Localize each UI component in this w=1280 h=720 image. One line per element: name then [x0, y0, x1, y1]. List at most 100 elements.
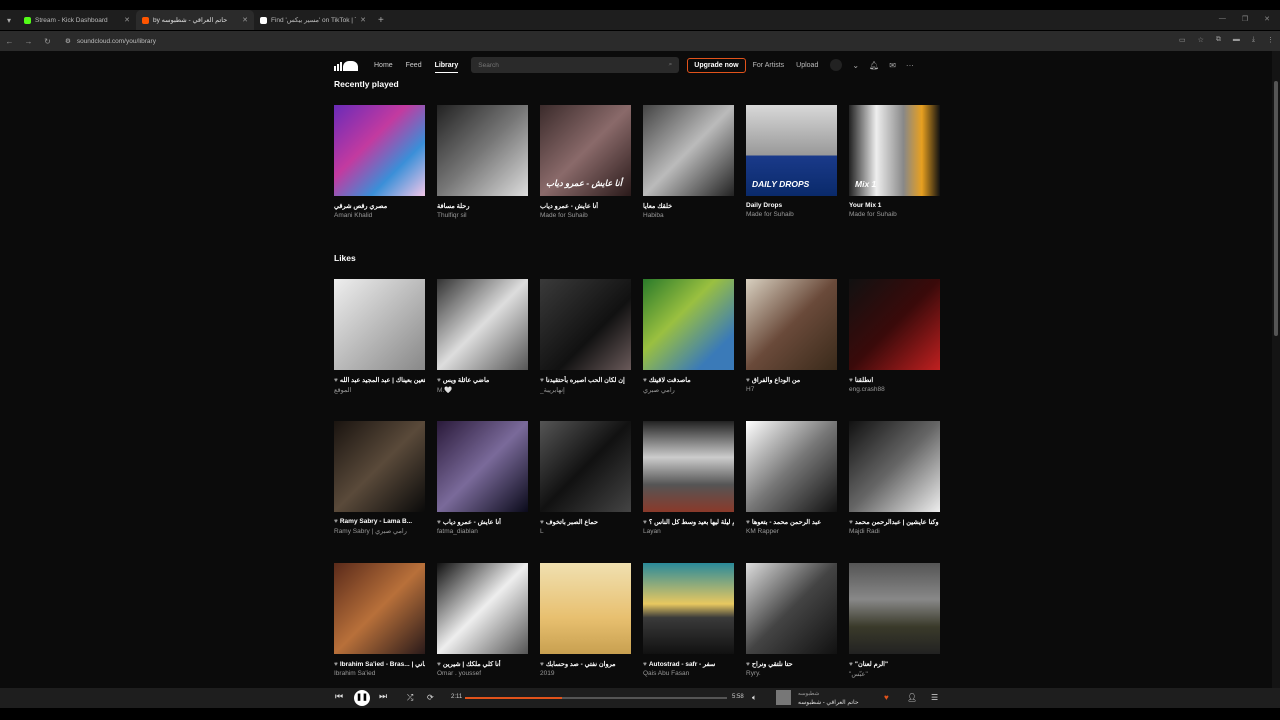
artist-name[interactable]: H7 — [746, 386, 837, 393]
artist-name[interactable]: Made for Suhaib — [540, 212, 631, 219]
artist-name[interactable]: Omar . youssef — [437, 670, 528, 677]
now-playing-title[interactable]: حاتم العراقي - شطبوسه — [798, 699, 859, 706]
artwork[interactable] — [746, 279, 837, 370]
artist-name[interactable]: Qais Abu Fasan — [643, 670, 734, 677]
track-title[interactable]: ♥ "الرم لعنان" — [849, 660, 940, 668]
artwork[interactable] — [437, 105, 528, 196]
site-info-icon[interactable]: ⚙ — [65, 37, 71, 45]
close-icon[interactable]: ✕ — [242, 16, 248, 24]
browser-tab-kick[interactable]: Stream - Kick Dashboard ✕ — [18, 10, 136, 30]
like-heart-icon[interactable]: ♥ — [884, 693, 889, 702]
artwork[interactable] — [437, 421, 528, 512]
menu-icon[interactable]: ⋮ — [1267, 36, 1274, 44]
browser-tab-soundcloud[interactable]: by حاتم العراقي - شطبوسه ✕ — [136, 10, 254, 30]
messages-mail-icon[interactable]: ✉ — [889, 61, 896, 70]
track-title[interactable]: Daily Drops — [746, 202, 837, 209]
forward-icon[interactable]: → — [19, 37, 38, 46]
artist-name[interactable]: "عبّس" — [849, 670, 940, 678]
extensions-icon[interactable]: ⧉ — [1216, 36, 1221, 44]
track-title[interactable]: ♥ Ramy Sabry - Lama B... — [334, 518, 425, 525]
now-playing-artwork[interactable] — [776, 690, 791, 705]
artwork[interactable] — [540, 279, 631, 370]
more-icon[interactable]: ··· — [906, 61, 914, 70]
artwork[interactable] — [849, 421, 940, 512]
for-artists-link[interactable]: For Artists — [753, 62, 785, 69]
search-icon[interactable]: ⌕ — [669, 61, 673, 69]
track-title[interactable]: ♥ انطلقنا — [849, 376, 940, 384]
new-tab-button[interactable]: + — [378, 15, 384, 26]
repeat-icon[interactable]: ⟳ — [427, 693, 434, 702]
artist-name[interactable]: L — [540, 528, 631, 535]
artist-name[interactable]: Habiba — [643, 212, 734, 219]
liked-track-card[interactable]: ♥ متعين بعيناك | عبد المجيد عبد الله الموق… — [334, 279, 425, 394]
artwork[interactable] — [334, 279, 425, 370]
track-title[interactable]: ♥ حماع الصبر باتخوف — [540, 518, 631, 526]
profile-icon[interactable]: ▬ — [1233, 36, 1240, 44]
liked-track-card[interactable]: ♥ Autostrad - safr - سفر Qais Abu Fasan — [643, 563, 734, 678]
close-window-icon[interactable]: ✕ — [1264, 15, 1270, 23]
recently-played-card[interactable]: أنا عايش - عمرو دياب أنا عايش - عمرو دياب… — [540, 105, 631, 219]
now-playing-artist[interactable]: شطبوسه — [798, 691, 819, 697]
artist-name[interactable]: M.🤍 — [437, 386, 528, 394]
track-title[interactable]: مصري رقص شرقي — [334, 202, 425, 210]
artist-name[interactable]: Made for Suhaib — [746, 211, 837, 218]
track-title[interactable]: ♥ عبد الرحمن محمد - بتعوها — [746, 518, 837, 526]
liked-track-card[interactable]: ♥ أنا عايش - عمرو دياب fatma_diablan — [437, 421, 528, 535]
artwork[interactable] — [643, 421, 734, 512]
liked-track-card[interactable]: ♥ حتا نلتقي ونراح Ryry. — [746, 563, 837, 678]
recently-played-card[interactable]: مصري رقص شرقي Amani Khalid — [334, 105, 425, 219]
artwork[interactable] — [643, 105, 734, 196]
liked-track-card[interactable]: ♥Ibrahim Sa'ied - Bras... | ياسين عوده ا… — [334, 563, 425, 678]
liked-track-card[interactable]: ♥ ماصدقت لاقيتك رامي صبري — [643, 279, 734, 394]
next-icon[interactable]: ⏭ — [379, 691, 387, 702]
track-title[interactable]: ♥ مروان نفتي - صد وحسابك — [540, 660, 631, 668]
bookmark-star-icon[interactable]: ☆ — [1198, 36, 1204, 44]
upgrade-now-button[interactable]: Upgrade now — [687, 57, 746, 73]
track-title[interactable]: ♥ من الوداع والفراق — [746, 376, 837, 384]
artist-name[interactable]: Ibrahim Sa'ied — [334, 670, 425, 677]
liked-track-card[interactable]: ♥ Ramy Sabry - Lama B... Ramy Sabry | رامي… — [334, 421, 425, 535]
follow-user-icon[interactable]: 👤︎ — [907, 693, 917, 702]
close-icon[interactable]: ✕ — [124, 16, 130, 24]
artist-name[interactable]: eng.crash88 — [849, 386, 940, 393]
url-field[interactable]: ⚙ soundcloud.com/you/library — [65, 37, 156, 46]
artist-name[interactable]: 2019 — [540, 670, 631, 677]
nav-feed[interactable]: Feed — [406, 62, 422, 69]
liked-track-card[interactable]: ♥ من الوداع والفراق H7 — [746, 279, 837, 394]
liked-track-card[interactable]: ♥ أنا كلي ملكك | شيرين Omar . youssef — [437, 563, 528, 678]
track-title[interactable]: ♥ ماصدقت لاقيتك — [643, 376, 734, 384]
artwork[interactable] — [849, 279, 940, 370]
track-title[interactable]: أنا عايش - عمرو دياب — [540, 202, 631, 210]
artist-name[interactable]: Amani Khalid — [334, 212, 425, 219]
track-title[interactable]: ♥ Autostrad - safr - سفر — [643, 660, 734, 668]
artwork[interactable]: DAILY DROPS — [746, 105, 837, 196]
maximize-icon[interactable]: ❐ — [1242, 15, 1248, 23]
volume-icon[interactable]: 🔈︎ — [752, 693, 757, 703]
download-icon[interactable]: ⤓ — [1252, 36, 1255, 44]
nav-library[interactable]: Library — [434, 61, 459, 73]
previous-icon[interactable]: ⏮ — [335, 691, 343, 702]
notifications-bell-icon[interactable]: 🔔︎ — [869, 61, 879, 70]
liked-track-card[interactable]: ♥ حماع الصبر باتخوف L — [540, 421, 631, 535]
track-title[interactable]: ♥ أنا كلي ملكك | شيرين — [437, 660, 528, 668]
artwork[interactable] — [334, 421, 425, 512]
progress-bar[interactable] — [465, 697, 727, 699]
recently-played-card[interactable]: Mix 1 Your Mix 1 Made for Suhaib — [849, 105, 940, 219]
recently-played-card[interactable]: رحلة مسافة Thulfiqr sil — [437, 105, 528, 219]
recently-played-card[interactable]: خلقك معايا Habiba — [643, 105, 734, 219]
liked-track-card[interactable]: ♥ وكنا عايشين | عبدالرحمن محمد Majdi Radi — [849, 421, 940, 535]
artwork[interactable]: أنا عايش - عمرو دياب — [540, 105, 631, 196]
cast-icon[interactable]: ▭ — [1179, 36, 1186, 44]
avatar[interactable] — [830, 59, 843, 71]
artist-name[interactable]: Thulfiqr sil — [437, 212, 528, 219]
track-title[interactable]: خلقك معايا — [643, 202, 734, 210]
queue-icon[interactable]: ☰ — [931, 693, 938, 702]
artist-name[interactable]: KM Rapper — [746, 528, 837, 535]
artwork[interactable] — [437, 563, 528, 654]
track-title[interactable]: رحلة مسافة — [437, 202, 528, 210]
artist-name[interactable]: Ramy Sabry | رامي صبري — [334, 527, 425, 535]
artwork[interactable] — [746, 563, 837, 654]
minimize-icon[interactable]: — — [1219, 15, 1226, 23]
artist-name[interactable]: الموقع — [334, 386, 425, 394]
artwork[interactable] — [849, 563, 940, 654]
